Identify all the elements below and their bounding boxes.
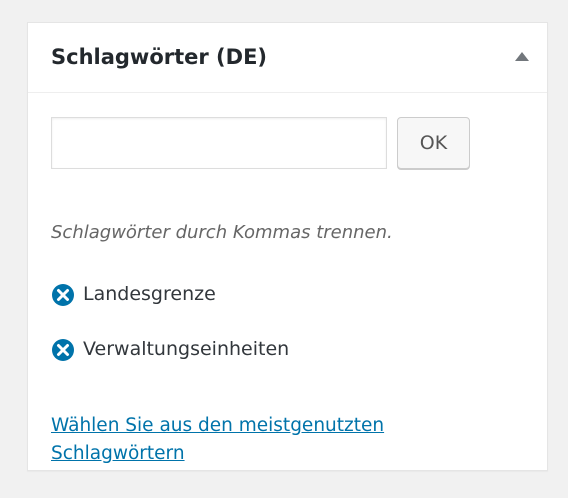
collapse-toggle-button[interactable] <box>505 39 541 75</box>
x-circle-icon <box>52 339 74 361</box>
remove-tag-button[interactable] <box>51 283 75 307</box>
tag-label: Landesgrenze <box>83 283 216 305</box>
metabox-title: Schlagwörter (DE) <box>51 45 268 69</box>
add-tag-button[interactable]: OK <box>397 117 470 169</box>
new-tag-input[interactable] <box>51 117 387 169</box>
tag-help-text: Schlagwörter durch Kommas trennen. <box>51 222 393 243</box>
tag-label: Verwaltungseinheiten <box>83 338 290 360</box>
tags-metabox: Schlagwörter (DE) OK Schlagwörter durch … <box>27 22 548 471</box>
remove-tag-button[interactable] <box>51 338 75 362</box>
triangle-up-icon <box>515 52 529 61</box>
most-used-tags-link[interactable]: Wählen Sie aus den meistgenutzten Schlag… <box>51 412 491 468</box>
metabox-header: Schlagwörter (DE) <box>28 23 547 93</box>
x-circle-icon <box>52 284 74 306</box>
